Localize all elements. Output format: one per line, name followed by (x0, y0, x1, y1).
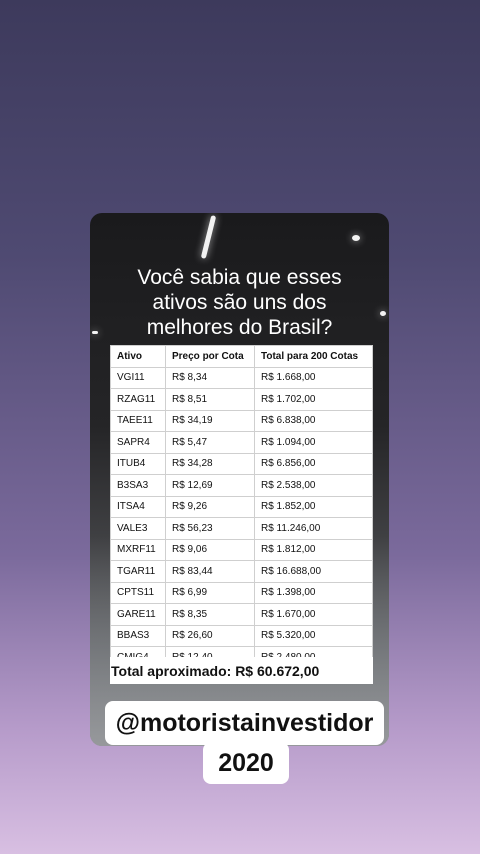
cell-asset: ITSA4 (110, 495, 166, 518)
cell-price: R$ 26,60 (165, 624, 255, 647)
table-header-row: Ativo Preço por Cota Total para 200 Cota… (110, 345, 373, 368)
cell-total: R$ 1.812,00 (254, 538, 373, 561)
table-row: TGAR11 R$ 83,44 R$ 16.688,00 (110, 560, 373, 583)
total-bar: Total aproximado: R$ 60.672,00 (110, 657, 373, 684)
cell-price: R$ 34,19 (165, 409, 255, 432)
table-row: SAPR4 R$ 5,47 R$ 1.094,00 (110, 431, 373, 454)
cell-total: R$ 5.320,00 (254, 624, 373, 647)
table-row: VALE3 R$ 56,23 R$ 11.246,00 (110, 517, 373, 540)
header-total: Total para 200 Cotas (254, 345, 373, 368)
cell-price: R$ 9,06 (165, 538, 255, 561)
cell-asset: GARE11 (110, 603, 166, 626)
cell-price: R$ 5,47 (165, 431, 255, 454)
year-text: 2020 (218, 748, 274, 777)
cell-asset: SAPR4 (110, 431, 166, 454)
cell-asset: BBAS3 (110, 624, 166, 647)
cell-total: R$ 1.670,00 (254, 603, 373, 626)
cell-total: R$ 1.852,00 (254, 495, 373, 518)
table-row: ITUB4 R$ 34,28 R$ 6.856,00 (110, 452, 373, 475)
table-row: VGI11 R$ 8,34 R$ 1.668,00 (110, 366, 373, 389)
cell-total: R$ 1.398,00 (254, 581, 373, 604)
cell-asset: VALE3 (110, 517, 166, 540)
cell-price: R$ 8,35 (165, 603, 255, 626)
cell-total: R$ 1.702,00 (254, 388, 373, 411)
cell-price: R$ 83,44 (165, 560, 255, 583)
cell-total: R$ 6.838,00 (254, 409, 373, 432)
table-row: TAEE11 R$ 34,19 R$ 6.838,00 (110, 409, 373, 432)
cell-price: R$ 56,23 (165, 517, 255, 540)
cell-total: R$ 6.856,00 (254, 452, 373, 475)
cell-total: R$ 1.668,00 (254, 366, 373, 389)
headline-text: Você sabia que esses ativos são uns dos … (137, 266, 342, 339)
handle-text: @motoristainvestidor (115, 708, 374, 737)
ceiling-light (200, 215, 217, 259)
cell-asset: RZAG11 (110, 388, 166, 411)
cell-price: R$ 8,51 (165, 388, 255, 411)
cell-asset: TGAR11 (110, 560, 166, 583)
cell-total: R$ 11.246,00 (254, 517, 373, 540)
cell-asset: ITUB4 (110, 452, 166, 475)
cell-total: R$ 1.094,00 (254, 431, 373, 454)
header-price: Preço por Cota (165, 345, 255, 368)
cell-price: R$ 8,34 (165, 366, 255, 389)
table-row: CPTS11 R$ 6,99 R$ 1.398,00 (110, 581, 373, 604)
table-body: VGI11 R$ 8,34 R$ 1.668,00 RZAG11 R$ 8,51 R$ 1… (110, 366, 373, 669)
cell-asset: MXRF11 (110, 538, 166, 561)
assets-table: Ativo Preço por Cota Total para 200 Cota… (110, 345, 373, 669)
year-sticker: 2020 (203, 742, 289, 784)
story-card: Você sabia que esses ativos são uns dos … (90, 213, 389, 746)
table-row: RZAG11 R$ 8,51 R$ 1.702,00 (110, 388, 373, 411)
cell-asset: B3SA3 (110, 474, 166, 497)
table-row: BBAS3 R$ 26,60 R$ 5.320,00 (110, 624, 373, 647)
cell-price: R$ 34,28 (165, 452, 255, 475)
table-row: MXRF11 R$ 9,06 R$ 1.812,00 (110, 538, 373, 561)
cell-asset: VGI11 (110, 366, 166, 389)
cell-asset: TAEE11 (110, 409, 166, 432)
assets-table-container: Ativo Preço por Cota Total para 200 Cota… (110, 345, 373, 669)
cell-asset: CPTS11 (110, 581, 166, 604)
cell-total: R$ 2.538,00 (254, 474, 373, 497)
cell-price: R$ 6,99 (165, 581, 255, 604)
table-row: B3SA3 R$ 12,69 R$ 2.538,00 (110, 474, 373, 497)
cell-price: R$ 9,26 (165, 495, 255, 518)
cell-total: R$ 16.688,00 (254, 560, 373, 583)
header-asset: Ativo (110, 345, 166, 368)
ceiling-light (352, 235, 360, 241)
cell-price: R$ 12,69 (165, 474, 255, 497)
table-row: GARE11 R$ 8,35 R$ 1.670,00 (110, 603, 373, 626)
table-row: ITSA4 R$ 9,26 R$ 1.852,00 (110, 495, 373, 518)
total-text: Total aproximado: R$ 60.672,00 (111, 662, 320, 679)
handle-sticker[interactable]: @motoristainvestidor (105, 701, 384, 745)
